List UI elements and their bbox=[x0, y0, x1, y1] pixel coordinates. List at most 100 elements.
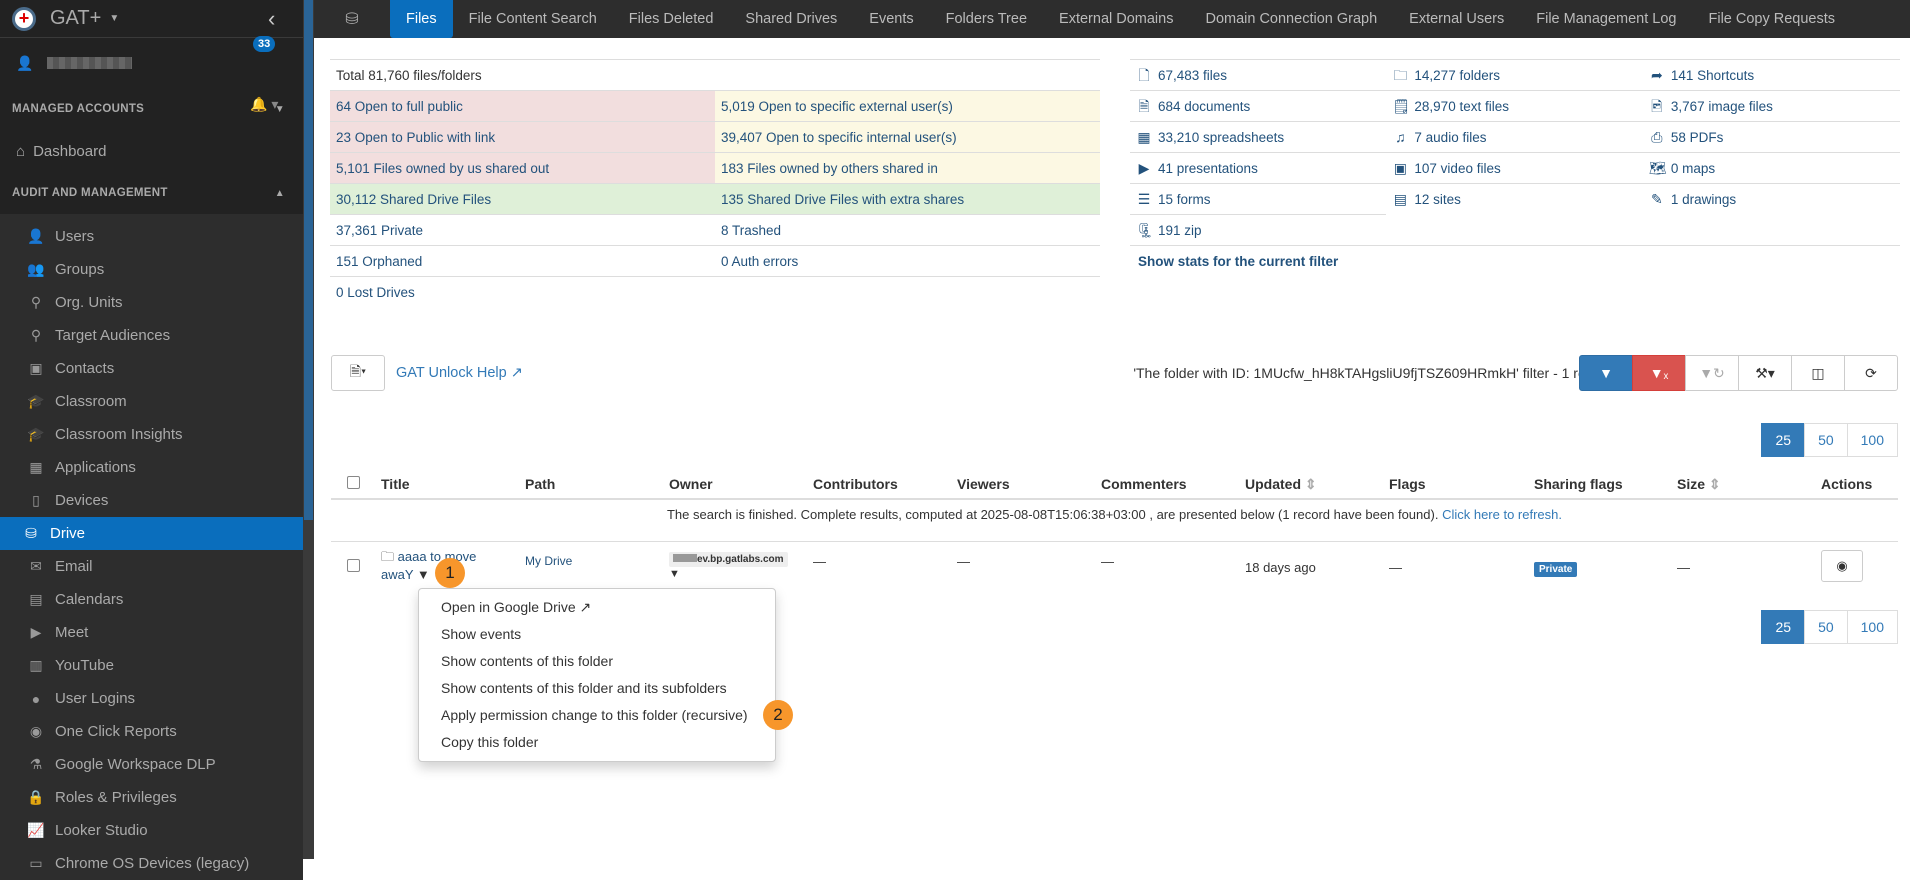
stats-link[interactable]: 5,101 Files owned by us shared out bbox=[330, 152, 715, 184]
columns-button[interactable]: ◫ bbox=[1791, 355, 1845, 391]
page-size-100[interactable]: 100 bbox=[1846, 610, 1898, 644]
stats-link[interactable]: 183 Files owned by others shared in bbox=[715, 152, 1100, 184]
file-type-link[interactable]: ➦ 141 Shortcuts bbox=[1643, 60, 1899, 90]
sidebar-item-org-units[interactable]: ⚲ Org. Units bbox=[0, 286, 303, 319]
sidebar-item-groups[interactable]: 👥 Groups bbox=[0, 253, 303, 286]
gat-unlock-help-link[interactable]: GAT Unlock Help ↗ bbox=[396, 365, 523, 381]
sidebar-item-email[interactable]: ✉ Email bbox=[0, 550, 303, 583]
sidebar-item-contacts[interactable]: ▣ Contacts bbox=[0, 352, 303, 385]
collapse-sidebar-icon[interactable]: ‹ bbox=[268, 6, 275, 32]
tab-shared-drives[interactable]: Shared Drives bbox=[729, 0, 853, 38]
file-type-link[interactable]: ▤ 12 sites bbox=[1386, 184, 1642, 214]
tab-folders-tree[interactable]: Folders Tree bbox=[930, 0, 1043, 38]
caret-down-icon[interactable]: ▼ bbox=[109, 13, 119, 24]
stats-link[interactable]: 135 Shared Drive Files with extra shares bbox=[715, 183, 1100, 215]
menu-item-show-contents-of-this-folder[interactable]: Show contents of this folder bbox=[419, 648, 775, 675]
show-stats-link[interactable]: Show stats for the current filter bbox=[1130, 245, 1900, 276]
refresh-button[interactable]: ⟳ bbox=[1844, 355, 1898, 391]
stats-link[interactable]: 151 Orphaned bbox=[330, 245, 715, 277]
row-checkbox[interactable] bbox=[347, 559, 360, 572]
page-size-50[interactable]: 50 bbox=[1804, 610, 1848, 644]
file-type-link[interactable]: 🗎 684 documents bbox=[1130, 91, 1386, 121]
file-type-link[interactable]: 🗺 0 maps bbox=[1643, 153, 1899, 183]
stats-link[interactable]: 0 Auth errors bbox=[715, 245, 1100, 277]
sidebar-item-classroom-insights[interactable]: 🎓 Classroom Insights bbox=[0, 418, 303, 451]
user-panel[interactable]: 👤 🔔 ▾ 33 bbox=[0, 36, 303, 112]
stats-link[interactable]: 0 Lost Drives bbox=[330, 276, 715, 308]
user-action-dropdown-button[interactable]: ⚒▾ bbox=[1738, 355, 1792, 391]
export-dropdown-button[interactable]: 🗎▾ bbox=[331, 355, 385, 391]
file-type-link[interactable]: 🗒 28,970 text files bbox=[1386, 91, 1642, 121]
file-type-link[interactable]: ▣ 107 video files bbox=[1386, 153, 1642, 183]
tab-file-content-search[interactable]: File Content Search bbox=[453, 0, 613, 38]
stats-link[interactable]: 37,361 Private bbox=[330, 214, 715, 246]
sidebar-item-devices[interactable]: ▯ Devices bbox=[0, 484, 303, 517]
col-path[interactable]: Path bbox=[525, 476, 555, 492]
tab-events[interactable]: Events bbox=[853, 0, 929, 38]
file-type-link[interactable]: ♫ 7 audio files bbox=[1386, 122, 1642, 152]
sidebar-item-meet[interactable]: ▶ Meet bbox=[0, 616, 303, 649]
sidebar-item-target-audiences[interactable]: ⚲ Target Audiences bbox=[0, 319, 303, 352]
sidebar-item-calendars[interactable]: ▤ Calendars bbox=[0, 583, 303, 616]
file-type-link[interactable]: 🖻 3,767 image files bbox=[1643, 91, 1899, 121]
col-size[interactable]: Size ⇕ bbox=[1677, 476, 1721, 493]
tab-files[interactable]: Files bbox=[390, 0, 453, 38]
page-size-25[interactable]: 25 bbox=[1761, 423, 1806, 457]
tab-file-copy-requests[interactable]: File Copy Requests bbox=[1693, 0, 1852, 38]
stats-link[interactable]: 39,407 Open to specific internal user(s) bbox=[715, 121, 1100, 153]
tab-domain-connection-graph[interactable]: Domain Connection Graph bbox=[1189, 0, 1393, 38]
section-managed-accounts[interactable]: MANAGED ACCOUNTS ▼ bbox=[0, 88, 303, 130]
menu-item-apply-permission-change-to-this-folder-recursive[interactable]: Apply permission change to this folder (… bbox=[419, 702, 775, 729]
stats-link[interactable]: 23 Open to Public with link bbox=[330, 121, 715, 153]
col-title[interactable]: Title bbox=[381, 476, 410, 492]
stats-link[interactable]: 64 Open to full public bbox=[330, 90, 715, 122]
col-contributors[interactable]: Contributors bbox=[813, 476, 898, 492]
sidebar-item-applications[interactable]: ▦ Applications bbox=[0, 451, 303, 484]
file-type-link[interactable]: ☰ 15 forms bbox=[1130, 184, 1386, 214]
sidebar-item-drive[interactable]: ⛁ Drive bbox=[0, 517, 303, 550]
stats-link[interactable]: 30,112 Shared Drive Files bbox=[330, 183, 715, 215]
reset-filter-button[interactable]: ▼↻ bbox=[1685, 355, 1739, 391]
col-updated[interactable]: Updated ⇕ bbox=[1245, 476, 1317, 493]
sidebar-item-one-click-reports[interactable]: ◉ One Click Reports bbox=[0, 715, 303, 748]
section-audit[interactable]: AUDIT AND MANAGEMENT ▲ bbox=[0, 172, 303, 214]
sidebar-scrollbar[interactable] bbox=[303, 0, 314, 859]
menu-item-open-in-google-drive[interactable]: Open in Google Drive ↗ bbox=[419, 594, 775, 621]
file-type-link[interactable]: 🗋 67,483 files bbox=[1130, 60, 1386, 90]
sidebar-item-roles-privileges[interactable]: 🔒 Roles & Privileges bbox=[0, 781, 303, 814]
sidebar-item-youtube[interactable]: ▥ YouTube bbox=[0, 649, 303, 682]
owner[interactable]: ev.bp.gatlabs.com ▼ bbox=[669, 550, 788, 580]
sidebar-item-user-logins[interactable]: ● User Logins bbox=[0, 682, 303, 715]
stats-link[interactable]: 5,019 Open to specific external user(s) bbox=[715, 90, 1100, 122]
file-type-link[interactable]: ⎙ 58 PDFs bbox=[1643, 122, 1899, 152]
col-flags[interactable]: Flags bbox=[1389, 476, 1426, 492]
menu-item-show-contents-of-this-folder-and-its-subfolders[interactable]: Show contents of this folder and its sub… bbox=[419, 675, 775, 702]
file-type-link[interactable]: ▦ 33,210 spreadsheets bbox=[1130, 122, 1386, 152]
stats-link[interactable]: 8 Trashed bbox=[715, 214, 1100, 246]
select-all-checkbox[interactable] bbox=[347, 476, 360, 489]
file-type-link[interactable]: ▶ 41 presentations bbox=[1130, 153, 1386, 183]
sidebar-item-classroom[interactable]: 🎓 Classroom bbox=[0, 385, 303, 418]
col-owner[interactable]: Owner bbox=[669, 476, 713, 492]
menu-item-copy-this-folder[interactable]: Copy this folder bbox=[419, 729, 775, 756]
sidebar-item-users[interactable]: 👤 Users bbox=[0, 220, 303, 253]
file-type-link[interactable]: 🗀 14,277 folders bbox=[1386, 60, 1642, 90]
tab-external-users[interactable]: External Users bbox=[1393, 0, 1520, 38]
sidebar-item-chrome-os-devices-legacy-[interactable]: ▭ Chrome OS Devices (legacy) bbox=[0, 847, 303, 880]
sidebar-item-google-workspace-dlp[interactable]: ⚗ Google Workspace DLP bbox=[0, 748, 303, 781]
col-commenters[interactable]: Commenters bbox=[1101, 476, 1187, 492]
page-size-25[interactable]: 25 bbox=[1761, 610, 1806, 644]
app-title[interactable]: GAT+ bbox=[50, 7, 101, 30]
page-size-100[interactable]: 100 bbox=[1846, 423, 1898, 457]
refresh-link[interactable]: Click here to refresh. bbox=[1442, 507, 1562, 522]
tab-external-domains[interactable]: External Domains bbox=[1043, 0, 1189, 38]
page-size-50[interactable]: 50 bbox=[1804, 423, 1848, 457]
sidebar-item-looker-studio[interactable]: 📈 Looker Studio bbox=[0, 814, 303, 847]
view-button[interactable]: ◉ bbox=[1821, 550, 1863, 582]
file-type-link[interactable]: ✎ 1 drawings bbox=[1643, 184, 1899, 214]
file-type-link[interactable]: 🗜 191 zip bbox=[1130, 215, 1386, 245]
clear-filter-button[interactable]: ▼ₓ bbox=[1632, 355, 1686, 391]
tab-file-management-log[interactable]: File Management Log bbox=[1520, 0, 1692, 38]
sidebar-item-dashboard[interactable]: ⌂ Dashboard bbox=[0, 130, 303, 172]
tab-files-deleted[interactable]: Files Deleted bbox=[613, 0, 730, 38]
